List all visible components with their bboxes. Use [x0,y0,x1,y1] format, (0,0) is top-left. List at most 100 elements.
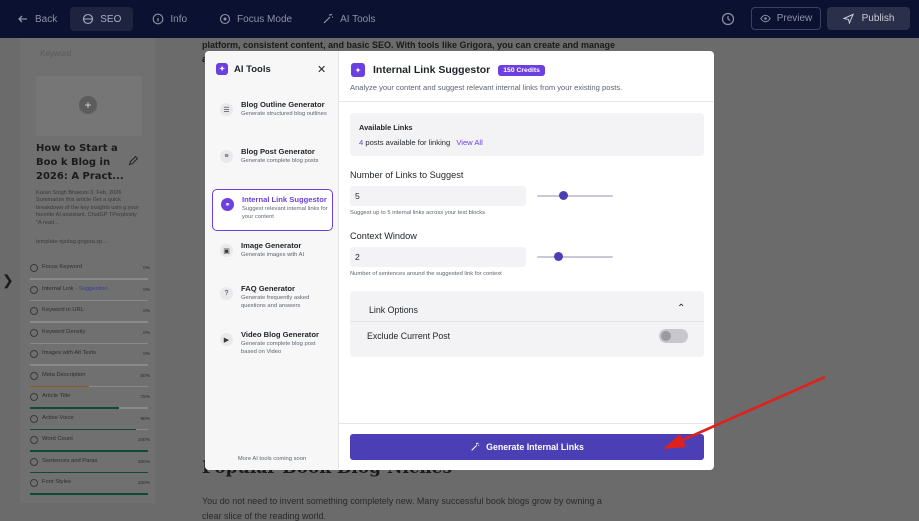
ai-tools-modal: ✦ AI Tools ✕ ☰ Blog Outline Generator Gene… [205,51,714,470]
exclude-current-post-label: Exclude Current Post [367,331,451,341]
ai-tools-header: ✦ AI Tools [216,63,271,75]
ai-tool-title: Image Generator [241,241,302,250]
image-icon: ▣ [220,244,233,257]
ai-tool-title: Blog Post Generator [241,147,315,156]
pencil-icon[interactable] [128,156,138,166]
seo-check-score: 100% [137,459,150,465]
history-icon[interactable] [720,11,736,27]
seo-check-label: Keyword Density [42,328,86,335]
focus-icon [219,13,231,25]
chevron-right-icon[interactable]: ❯ [2,272,14,289]
close-icon[interactable]: ✕ [317,63,326,76]
tab-info[interactable]: Info [143,7,196,31]
seo-check-score: 90% [140,416,150,422]
seo-check-item[interactable]: Images with Alt Texts 0% [30,350,150,372]
seo-check-score: 100% [137,438,150,443]
seo-check-item[interactable]: Keyword in URL 0% [30,307,150,329]
check-circle-icon [30,285,38,294]
links-count-slider[interactable] [537,191,613,200]
featured-image-placeholder[interactable]: + [36,76,142,136]
slider-thumb[interactable] [553,252,563,261]
publish-button[interactable]: Publish [827,7,910,30]
publish-label: Publish [861,13,895,24]
tab-info-label: Info [170,13,188,25]
check-circle-icon [30,457,38,466]
add-image-icon[interactable]: + [79,96,97,114]
view-all-link[interactable]: View All [456,138,482,147]
links-count-hint: Suggest up to 5 internal links across yo… [350,210,486,216]
tab-seo[interactable]: SEO [70,7,134,31]
ai-tool-item[interactable]: ▣ Image Generator Generate images with AI [212,236,333,278]
seo-check-item[interactable]: Active Voice 90% [30,414,150,437]
preview-button[interactable]: Preview [751,7,821,30]
generate-internal-links-button[interactable]: Generate Internal Links [350,434,704,460]
send-icon [842,13,854,24]
seo-check-item[interactable]: Sentences and Paras 100% [30,457,150,480]
ai-tool-item[interactable]: ≡ Blog Post Generator Generate complete bl… [212,142,333,184]
chevron-up-icon[interactable]: ⌃ [677,303,685,314]
seo-check-progress [30,407,148,409]
ai-tool-item[interactable]: ▶ Video Blog Generator Generate complete b… [212,325,333,367]
seo-check-score: 75% [140,395,150,400]
seo-check-progress [30,471,148,473]
tab-seo-label: SEO [100,13,122,25]
seo-check-item[interactable]: Keyword Density 0% [30,328,150,351]
seo-checklist: Focus Keyword 0% Internal Link · Suggestio… [30,264,150,501]
globe-icon [83,13,94,25]
check-circle-icon [30,307,38,315]
slider-thumb[interactable] [559,191,569,200]
seo-check-label: Word Count [42,436,73,442]
links-count-input[interactable]: 5 [350,186,526,206]
back-button[interactable]: Back [8,7,66,31]
seo-check-label: Keyword in URL [42,307,84,313]
seo-check-item[interactable]: Font Styles 100% [30,479,150,501]
ai-tool-description: Generate frequently asked questions and … [241,295,310,309]
seo-check-progress [30,493,148,495]
exclude-current-post-toggle[interactable] [659,329,688,343]
ai-sparkle-icon: ✦ [216,63,228,75]
ai-tool-description: Suggest relevant internal links for your… [242,206,328,220]
available-links-card: Available Links 4 posts available for li… [350,113,704,156]
generate-label: Generate Internal Links [486,442,584,452]
seo-check-progress [30,278,148,280]
article-icon: ≡ [220,150,233,163]
seo-check-progress [30,428,148,430]
seo-check-item[interactable]: Internal Link · Suggestion 0% [30,285,150,308]
context-window-hint: Number of sentences around the suggested… [350,271,502,277]
seo-check-item[interactable]: Meta Description 50% [30,371,150,394]
post-url[interactable]: template-njsdag.grigora.sp... [36,239,107,245]
ai-tool-item[interactable]: ⚭ Internal Link Suggestor Suggest relevant… [212,189,333,231]
ai-tool-item[interactable]: ? FAQ Generator Generate frequently asked … [212,279,333,321]
seo-sidebar: Keyword + How to Start a Boo k Blog in 2… [20,38,155,503]
post-excerpt: Karan Singh Bhakuni 3. Feb, 2026 Summari… [36,190,139,226]
top-bar: Back SEO Info Focus Mode AI Tools Previe… [0,0,919,38]
tool-title: Internal Link Suggestor [373,64,491,76]
context-window-label: Context Window [350,231,417,241]
seo-check-item[interactable]: Word Count 100% [30,436,150,458]
link-options-title[interactable]: Link Options [369,305,418,315]
tool-panel: ✦ Internal Link Suggestor 150 Credits An… [339,51,714,470]
tool-header: ✦ Internal Link Suggestor 150 Credits [351,63,545,77]
seo-check-score: 0% [143,330,150,336]
editor-paragraph[interactable]: You do not need to invent something comp… [202,494,622,521]
seo-check-progress [30,299,148,301]
ai-tool-item[interactable]: ☰ Blog Outline Generator Generate structur… [212,95,333,137]
seo-check-progress [30,450,148,452]
question-icon: ? [220,287,233,300]
ai-tool-description: Generate complete blog posts [241,158,319,164]
seo-check-item[interactable]: Focus Keyword 0% [30,264,150,286]
tab-focus-mode[interactable]: Focus Mode [210,7,301,31]
tab-focus-label: Focus Mode [237,13,293,25]
context-window-input[interactable]: 2 [350,247,526,267]
suggestion-link[interactable]: Suggestion [79,286,108,292]
ai-tool-title: Internal Link Suggestor [242,195,327,204]
keyword-input[interactable]: Keyword [20,43,155,63]
check-circle-icon [30,350,38,358]
divider [350,321,704,322]
tab-ai-tools[interactable]: AI Tools [313,7,384,31]
seo-check-item[interactable]: Article Title 75% [30,393,150,415]
seo-check-progress [30,385,148,387]
seo-check-label: Images with Alt Texts [42,350,97,356]
context-window-slider[interactable] [537,252,613,261]
seo-check-progress [30,321,148,323]
